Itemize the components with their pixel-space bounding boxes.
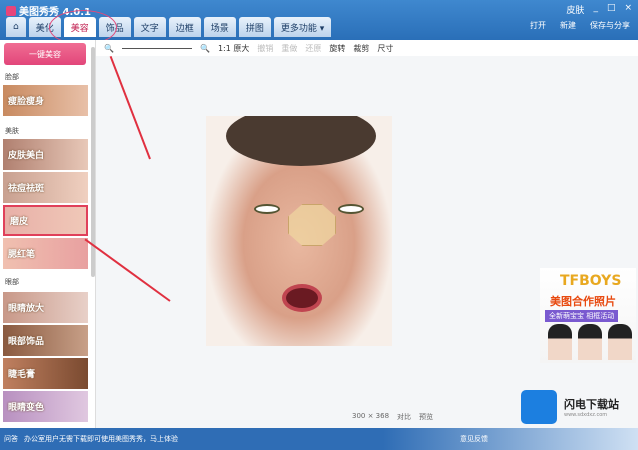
tab-collage[interactable]: 拼图 — [238, 17, 271, 37]
edited-photo[interactable] — [206, 116, 392, 346]
zoom-out-button[interactable]: 🔍 — [104, 44, 114, 53]
ad-banner-text: 全新萌宝宝 相框活动 — [545, 310, 619, 322]
app-logo-icon — [6, 5, 16, 16]
rotate-button[interactable]: 旋转 — [329, 43, 345, 54]
ad-title: TFBOYS — [560, 273, 622, 289]
open-button[interactable]: 打开 — [530, 20, 546, 31]
compare-button[interactable]: 对比 — [397, 412, 411, 422]
skin-button[interactable]: 皮肤 — [566, 3, 584, 16]
one-key-beauty-button[interactable]: 一键美容 — [4, 43, 86, 65]
tab-frame[interactable]: 边框 — [168, 17, 201, 37]
photo-eye — [338, 204, 364, 214]
zoom-slider[interactable] — [121, 47, 192, 49]
image-toolbar: 🔍 🔍 1:1 原大 撤销 重做 还原 旋转 裁剪 尺寸 — [96, 40, 638, 56]
photo-eye — [254, 204, 280, 214]
section-title: 眼部 — [5, 278, 19, 286]
maximize-button[interactable]: □ — [607, 3, 616, 16]
watermark-logo-icon — [521, 390, 557, 424]
watermark: 闪电下载站 www.sdxdxz.com — [521, 390, 619, 424]
tool-eye-color[interactable]: 眼睛变色 — [3, 391, 88, 422]
preview-button[interactable]: 预览 — [419, 412, 433, 422]
section-title: 美肤 — [5, 127, 19, 135]
status-bar: 问答 办公室用户无需下载即可使用美图秀秀，马上体验 意见反馈 — [0, 428, 638, 450]
photo-hair — [226, 116, 376, 166]
crop-button[interactable]: 裁剪 — [353, 43, 369, 54]
ad-photo — [548, 324, 632, 360]
image-info: 300 × 368 对比 预览 — [352, 412, 433, 422]
status-message[interactable]: 办公室用户无需下载即可使用美图秀秀，马上体验 — [24, 434, 178, 444]
tab-text[interactable]: 文字 — [133, 17, 166, 37]
tool-eye-enlarge[interactable]: 眼睛放大 — [3, 292, 88, 323]
watermark-url: www.sdxdxz.com — [564, 412, 608, 418]
tool-skin-whitening[interactable]: 皮肤美白 — [3, 139, 88, 170]
ad-banner[interactable]: TFBOYS 美图合作照片 全新萌宝宝 相框活动 — [540, 268, 636, 363]
smoothing-brush-area — [288, 204, 336, 246]
watermark-name: 闪电下载站 — [564, 398, 619, 411]
file-tools: 打开 新建 保存与分享 — [530, 20, 630, 31]
save-share-button[interactable]: 保存与分享 — [590, 20, 630, 31]
window-controls: 皮肤 _ □ × — [566, 3, 632, 16]
photo-mouth — [282, 284, 322, 312]
tool-blush[interactable]: 腮红笔 — [3, 238, 88, 269]
redo-button[interactable]: 重做 — [281, 43, 297, 54]
new-button[interactable]: 新建 — [560, 20, 576, 31]
original-size-button[interactable]: 1:1 原大 — [218, 43, 249, 54]
tool-mascara[interactable]: 睫毛膏 — [3, 358, 88, 389]
beauty-sidebar: 一键美容 脸部 瘦脸瘦身 美肤 皮肤美白 祛痘祛斑 磨皮 腮红笔 眼部 眼睛放大… — [0, 40, 96, 428]
undo-button[interactable]: 撤销 — [257, 43, 273, 54]
close-button[interactable]: × — [624, 3, 632, 16]
tool-slim-face[interactable]: 瘦脸瘦身 — [3, 85, 88, 116]
ad-subtitle: 美图合作照片 — [550, 295, 616, 308]
tool-skin-smoothing[interactable]: 磨皮 — [3, 205, 88, 236]
reset-button[interactable]: 还原 — [305, 43, 321, 54]
tab-more[interactable]: 更多功能 ▾ — [273, 17, 332, 37]
tab-scene[interactable]: 场景 — [203, 17, 236, 37]
tab-home[interactable]: ⌂ — [6, 17, 26, 37]
qa-link[interactable]: 问答 — [4, 434, 18, 444]
section-title: 脸部 — [5, 73, 19, 81]
zoom-in-button[interactable]: 🔍 — [200, 44, 210, 53]
tool-eye-accessories[interactable]: 眼部饰品 — [3, 325, 88, 356]
feedback-link[interactable]: 意见反馈 — [460, 434, 488, 444]
tool-acne-removal[interactable]: 祛痘祛斑 — [3, 172, 88, 203]
image-size: 300 × 368 — [352, 412, 390, 420]
minimize-button[interactable]: _ — [593, 3, 598, 16]
size-button[interactable]: 尺寸 — [377, 43, 393, 54]
